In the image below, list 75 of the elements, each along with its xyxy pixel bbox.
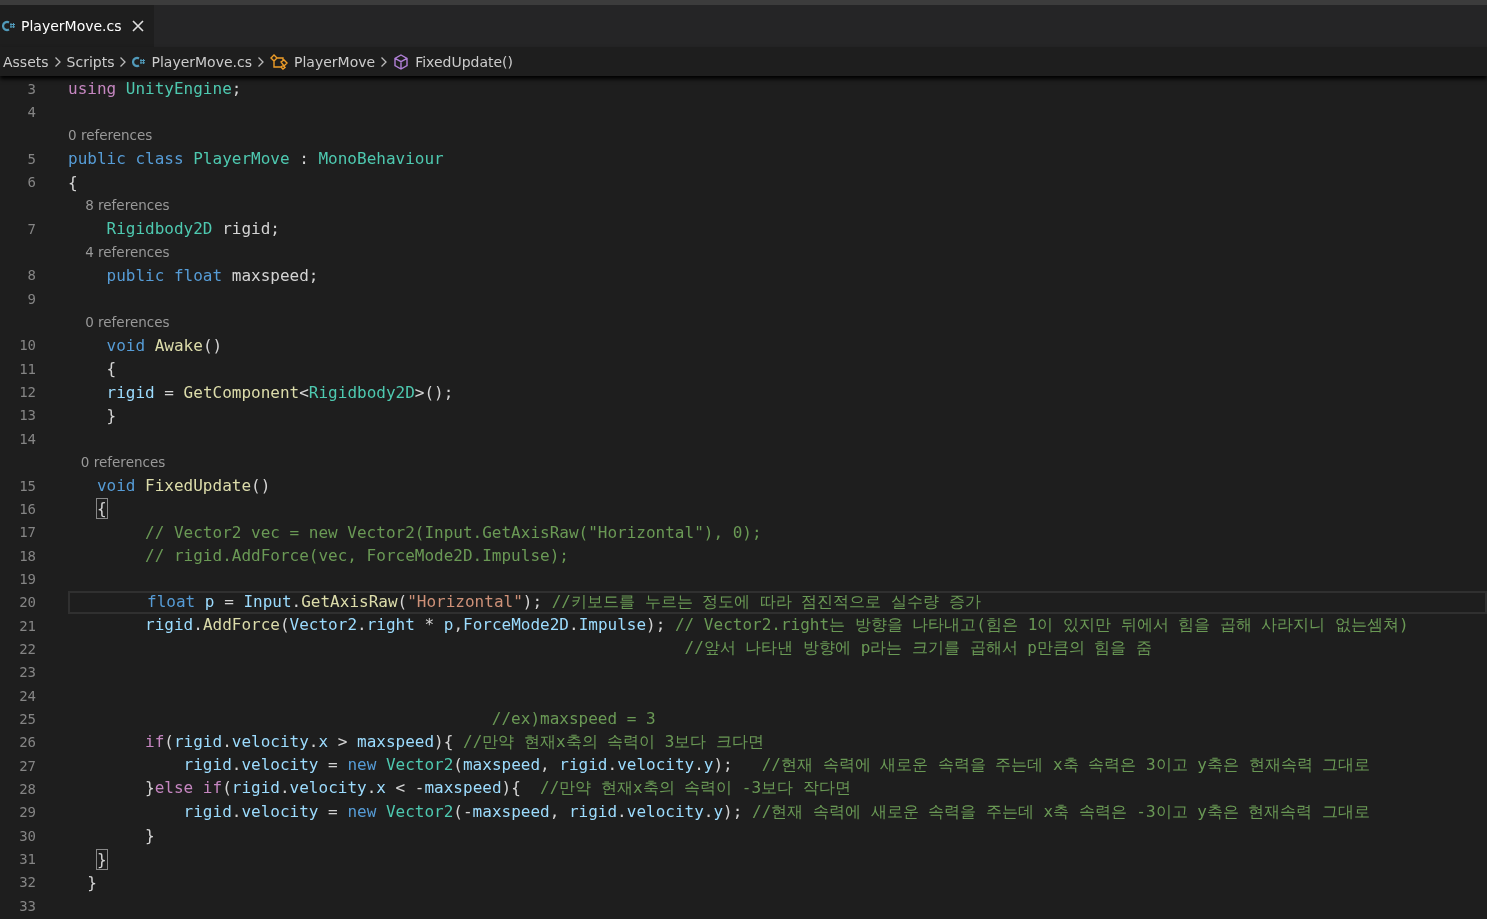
code-line: { <box>105 359 117 379</box>
code-line: { <box>95 499 107 519</box>
line-number: 30 <box>19 827 36 844</box>
line-number: 32 <box>19 874 36 891</box>
code-line: public class PlayerMove : MonoBehaviour <box>68 149 444 169</box>
code-line: using UnityEngine; <box>68 79 242 99</box>
code-line: { <box>68 172 78 192</box>
line-number: 22 <box>19 640 36 657</box>
line-number: 6 <box>27 174 36 191</box>
chevron-right-icon <box>53 55 62 68</box>
line-number: 15 <box>19 477 36 494</box>
line-number: 12 <box>19 384 36 401</box>
code-line: } <box>86 872 97 892</box>
code-line: rigid.AddForce(Vector2.right * p,ForceMode2D.Impulse); // Vector2.right는 방향을 나타내고(힘은 1이 있지만 뒤에서 힘을 곱해 사라지니 없는셈쳐) <box>144 615 1409 637</box>
breadcrumb-item[interactable]: PlayerMove.cs <box>132 53 253 70</box>
code-line: rigid.velocity = new Vector2(maxspeed, rigid.velocity.y); //현재 속력에 새로운 속력을 주는데 x축 속력은 3이고 y축은 현재속력 그대로 <box>182 755 1371 777</box>
line-number: 23 <box>19 664 36 681</box>
class-icon <box>270 53 289 70</box>
code-line: public float maxspeed; <box>105 265 319 285</box>
references-link[interactable]: 0 references <box>68 314 170 331</box>
line-number: 7 <box>27 220 36 237</box>
code-line: void FixedUpdate() <box>95 476 271 495</box>
line-number: 11 <box>19 360 36 377</box>
code-line: } <box>144 826 155 846</box>
line-number: 29 <box>19 804 36 821</box>
file-tab[interactable]: PlayerMove.cs <box>0 5 154 47</box>
line-number: 33 <box>19 897 36 914</box>
code-line: float p = Input.GetAxisRaw("Horizontal"); //키보드를 누르는 정도에 따라 점진적으로 실수량 증가 <box>146 591 981 613</box>
line-number: 14 <box>19 430 36 447</box>
code-line: Rigidbody2D rigid; <box>105 219 280 239</box>
code-line: //앞서 나타낸 방향에 p라는 크기를 곱해서 p만큼의 힘을 줌 <box>683 638 1153 660</box>
breadcrumb-item[interactable]: FixedUpdate() <box>393 53 514 70</box>
code-line: //ex)maxspeed = 3 <box>490 709 656 729</box>
breadcrumb-item[interactable]: Assets <box>3 53 49 70</box>
line-number: 9 <box>27 290 36 307</box>
csharp-file-icon <box>132 55 146 68</box>
line-number: 27 <box>19 757 36 774</box>
code-line: } <box>105 406 117 425</box>
line-number: 28 <box>19 781 36 797</box>
csharp-file-icon <box>2 20 15 32</box>
line-number: 24 <box>19 687 36 704</box>
code-line: rigid = GetComponent<Rigidbody2D>(); <box>105 382 454 402</box>
close-icon[interactable] <box>131 20 144 32</box>
line-number: 16 <box>19 500 36 517</box>
line-number: 31 <box>19 851 36 867</box>
line-number: 13 <box>19 407 36 424</box>
line-number: 4 <box>27 104 36 120</box>
code-line: }else if(rigid.velocity.x < -maxspeed){ //만약 현재x축의 속력이 -3보다 작다면 <box>144 778 851 800</box>
line-number: 21 <box>19 617 36 634</box>
references-link[interactable]: 0 references <box>68 454 166 471</box>
code-line: void Awake() <box>105 335 223 355</box>
code-line: if(rigid.velocity.x > maxspeed){ //만약 현재x축의 속력이 3보다 크다면 <box>144 731 765 753</box>
references-link[interactable]: 4 references <box>68 244 170 261</box>
line-number: 5 <box>27 150 36 167</box>
code-line: // Vector2 vec = new Vector2(Input.GetAxisRaw("Horizontal"), 0); <box>144 522 762 542</box>
line-number: 20 <box>19 594 36 611</box>
cube-icon <box>393 53 410 70</box>
line-number: 10 <box>19 337 36 354</box>
line-number: 17 <box>19 524 36 541</box>
line-number: 26 <box>19 734 36 751</box>
code-line: rigid.velocity = new Vector2(-maxspeed, rigid.velocity.y); //현재 속력에 새로운 속력을 주는데 x축 속력은 -3이고 y축은 현재속력 그대로 <box>182 801 1371 823</box>
references-link[interactable]: 0 references <box>68 127 153 144</box>
line-number: 25 <box>19 710 36 727</box>
references-link[interactable]: 8 references <box>68 197 170 214</box>
code-line: } <box>95 849 107 869</box>
code-line: // rigid.AddForce(vec, ForceMode2D.Impulse); <box>144 546 569 566</box>
line-number: 18 <box>19 547 36 564</box>
chevron-right-icon <box>257 55 266 68</box>
breadcrumb-item[interactable]: Scripts <box>66 53 115 70</box>
line-number: 3 <box>27 80 36 97</box>
chevron-right-icon <box>380 55 389 68</box>
chevron-right-icon <box>119 55 128 68</box>
line-number: 8 <box>27 267 36 284</box>
breadcrumb-item[interactable]: PlayerMove <box>270 53 376 70</box>
line-number: 19 <box>19 570 36 587</box>
